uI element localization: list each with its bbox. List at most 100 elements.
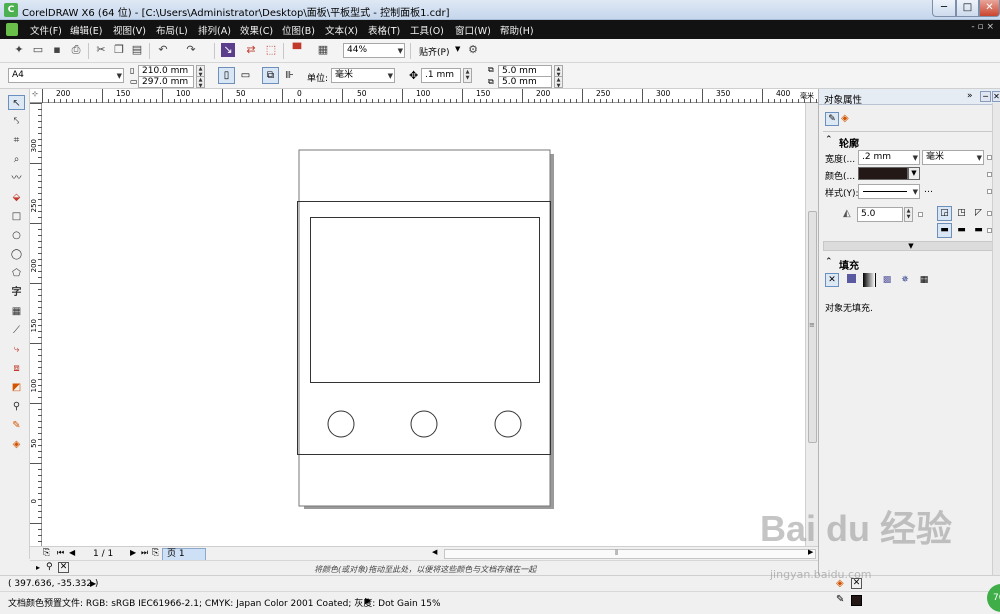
vertical-ruler[interactable]: 300 250 200 150 100 50 0 [30,103,42,546]
height-spinner[interactable]: ▲ ▼ [196,76,205,89]
fill-tool-icon[interactable]: ◈ [8,437,25,452]
duplicate-distance-y-input[interactable]: 5.0 mm [498,76,552,88]
postscript-fill-icon[interactable]: ▦ [917,273,931,287]
vertical-scrollbar[interactable]: ≡ [805,103,818,546]
menu-bitmaps[interactable]: 位图(B) [282,23,315,37]
text-tool-icon[interactable]: 字 [8,285,25,300]
table-tool-icon[interactable]: ▦ [8,304,25,319]
eyedropper-tool-icon[interactable]: ⚲ [8,399,25,414]
blend-tool-icon[interactable]: ⧈ [8,361,25,376]
crop-tool-icon[interactable]: ⌗ [8,133,25,148]
round-join-icon[interactable]: ◳ [954,206,969,221]
miter-spinner[interactable]: ▲ ▼ [904,207,913,222]
eyedropper-icon[interactable]: ⚲ [46,562,53,572]
outline-tab-icon[interactable]: ✎ [825,112,839,126]
zoom-tool-icon[interactable]: ⌕ [8,152,25,167]
miter-join-icon[interactable]: ◲ [937,206,952,221]
welcome-screen-icon[interactable]: ▦ [316,43,330,57]
polygon-tool-icon[interactable]: ◯ [8,247,25,262]
menu-layout[interactable]: 布局(L) [156,23,188,37]
collapse-outline-icon[interactable]: ⌃ [825,135,833,145]
page-tab-1[interactable]: 页 1 [162,548,206,560]
square-cap-icon[interactable]: ▬ [971,223,986,238]
next-page-icon[interactable]: ▶ [130,548,136,557]
connector-tool-icon[interactable]: ⤷ [8,342,25,357]
outline-indicator-icon[interactable]: ✎ [836,594,844,605]
status-expand-icon[interactable]: ▶ [90,579,96,588]
drawing-canvas[interactable] [42,103,805,546]
paste-icon[interactable]: ▤ [130,43,144,57]
menu-help[interactable]: 帮助(H) [500,23,534,37]
outline-style-select[interactable]: ▼ [858,184,920,199]
menu-window[interactable]: 窗口(W) [455,23,491,37]
previous-page-icon[interactable]: ◀ [69,548,75,557]
outline-unit-select[interactable]: 毫米 ▼ [922,150,984,165]
profile-expand-icon[interactable]: ▶ [365,596,371,605]
smart-fill-tool-icon[interactable]: ⬙ [8,190,25,205]
outline-expand-bar[interactable]: ▼ [823,241,999,251]
application-launcher-icon[interactable]: ▀ [290,43,304,57]
copy-icon[interactable]: ❐ [112,43,126,57]
all-pages-button[interactable]: ⧉ [262,67,279,84]
save-icon[interactable]: ▪ [50,43,64,57]
outline-color-swatch-large[interactable] [858,167,908,180]
ellipse-tool-icon[interactable]: ○ [8,228,25,243]
outline-pen-tool-icon[interactable]: ✎ [8,418,25,433]
freehand-tool-icon[interactable]: 〰 [8,171,25,186]
last-page-icon[interactable]: ⏭ [141,548,148,558]
menu-edit[interactable]: 编辑(E) [70,23,102,37]
zoom-level-select[interactable]: 44% ▼ [343,43,405,58]
chevron-down-icon[interactable]: ▼ [455,45,460,53]
menu-effects[interactable]: 效果(C) [240,23,273,37]
outline-color-swatch[interactable] [851,595,862,606]
portrait-button[interactable]: ▯ [218,67,235,84]
page-size-select[interactable]: A4 ▼ [8,68,124,83]
maximize-button[interactable]: □ [956,0,979,17]
redo-icon[interactable]: ↷ [184,43,198,57]
cut-icon[interactable]: ✂ [94,43,108,57]
docker-expand-icon[interactable]: » [967,91,973,101]
transparency-tool-icon[interactable]: ◩ [8,380,25,395]
menu-view[interactable]: 视图(V) [113,23,146,37]
document-color-profile[interactable]: 文档颜色预置文件: RGB: sRGB IEC61966-2.1; CMYK: … [8,596,441,609]
collapse-fill-icon[interactable]: ⌃ [825,257,833,267]
more-options-icon[interactable]: … [924,185,933,195]
no-color-swatch-icon[interactable]: ✕ [58,562,69,573]
publish-pdf-icon[interactable]: ⬚ [264,43,278,57]
print-icon[interactable]: ⎙ [69,43,83,57]
menu-text[interactable]: 文本(X) [325,23,358,37]
outline-width-select[interactable]: .2 mm ▼ [858,150,920,165]
document-window-controls[interactable]: - ▫ × [971,22,994,32]
a4-page[interactable] [298,149,551,507]
horizontal-ruler[interactable]: ⊹ 200 150 100 50 0 50 100 150 200 250 30… [30,89,818,103]
butt-cap-icon[interactable]: ▬ [937,223,952,238]
round-cap-icon[interactable]: ▬ [954,223,969,238]
basic-shapes-tool-icon[interactable]: ⬠ [8,266,25,281]
options-icon[interactable]: ⚙ [466,43,480,57]
nudge-distance-input[interactable]: .1 mm [421,68,461,83]
units-select[interactable]: 毫米 ▼ [331,68,395,83]
menu-file[interactable]: 文件(F) [30,23,62,37]
add-page-after-icon[interactable]: ⎘ [152,548,159,558]
open-icon[interactable]: ▭ [31,43,45,57]
no-fill-icon[interactable]: ✕ [825,273,839,287]
page-height-input[interactable]: 297.0 mm [138,76,194,88]
landscape-button[interactable]: ▭ [237,67,254,84]
undo-icon[interactable]: ↶ [156,43,170,57]
current-page-button[interactable]: ⊪ [281,67,298,84]
fill-tab-icon[interactable]: ◈ [841,113,849,124]
uniform-fill-icon[interactable] [844,273,858,287]
ruler-origin-icon[interactable]: ⊹ [32,90,38,98]
option-checkbox[interactable] [918,212,923,217]
snap-to-dropdown[interactable]: 贴齐(P) [419,45,449,58]
new-document-icon[interactable]: ✦ [12,43,26,57]
pick-tool-icon[interactable]: ↖ [8,95,25,110]
export-icon[interactable]: ⇄ [244,43,258,57]
add-page-icon[interactable]: ⎘ [43,548,50,558]
docker-minimize-button[interactable]: ─ [980,91,991,102]
bevel-join-icon[interactable]: ◸ [971,206,986,221]
texture-fill-icon[interactable]: ✵ [898,273,912,287]
first-page-icon[interactable]: ⏮ [57,548,64,558]
dup-y-spinner[interactable]: ▲ ▼ [554,76,563,89]
nudge-spinner[interactable]: ▲ ▼ [463,68,472,83]
